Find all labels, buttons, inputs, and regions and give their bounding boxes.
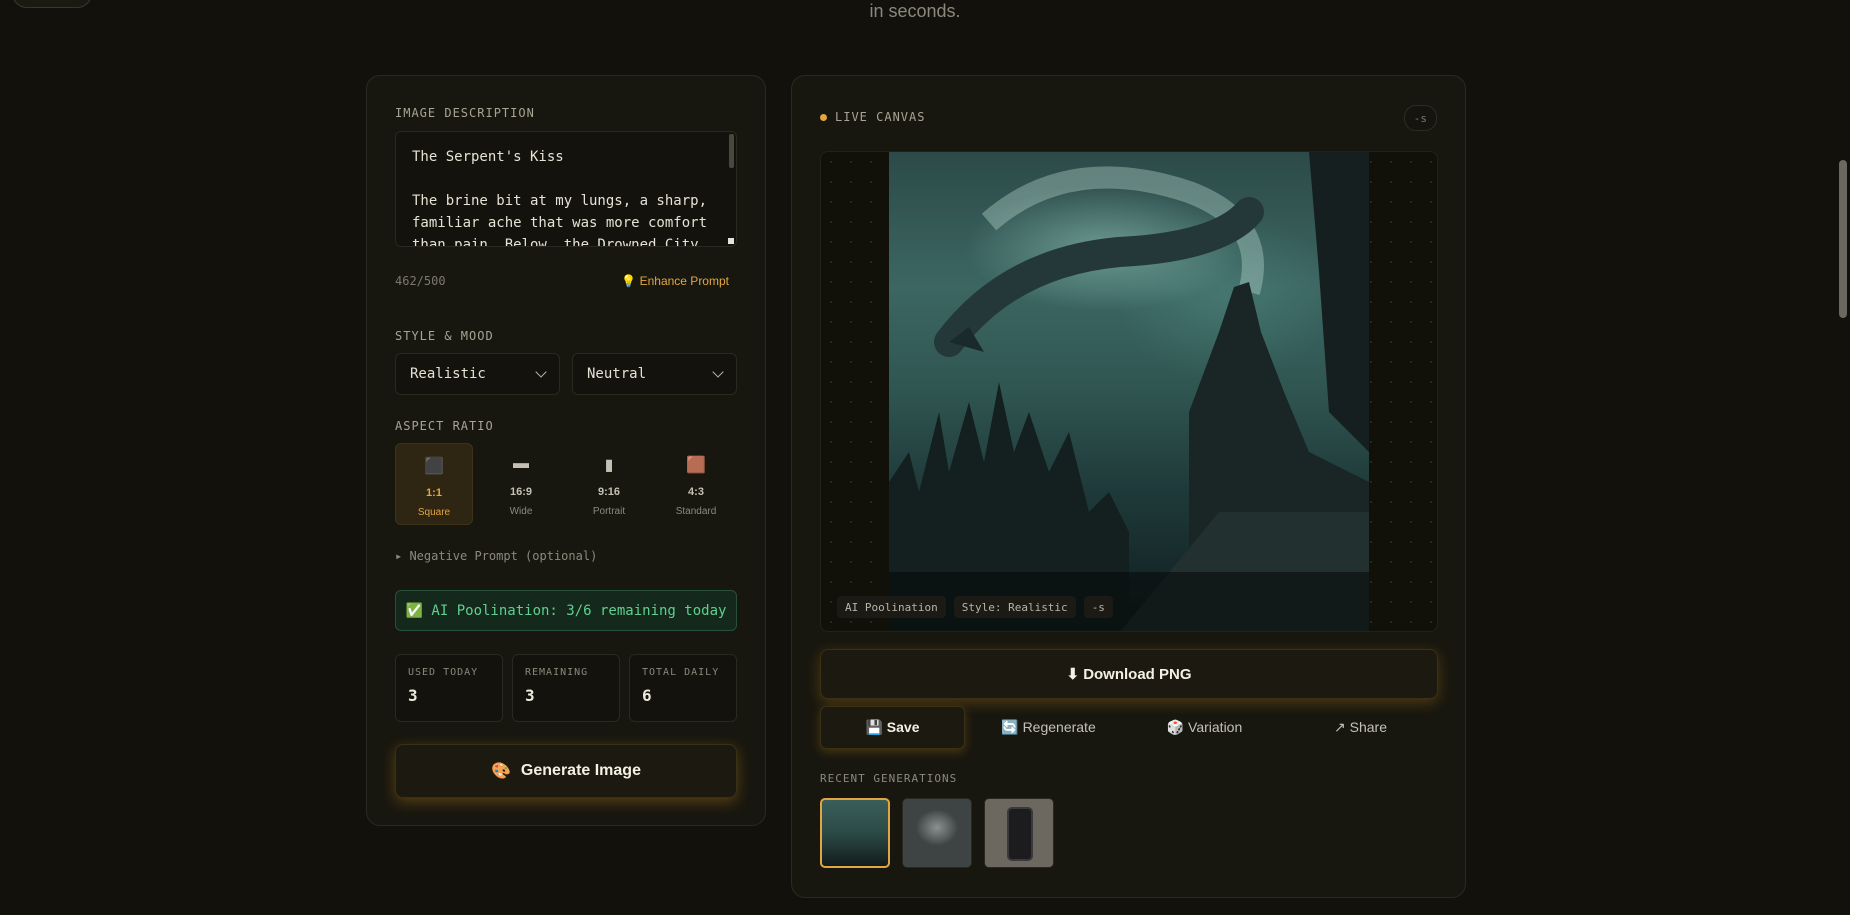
aspect-ratio-label: ASPECT RATIO [395, 419, 494, 433]
stat-key: USED TODAY [408, 667, 479, 678]
textarea-resize-handle[interactable] [728, 238, 734, 244]
chevron-down-icon [712, 366, 724, 378]
mood-select-value: Neutral [587, 366, 647, 382]
ratio-square-button[interactable]: ⬛ 1:1 Square [395, 443, 473, 525]
stat-value: 6 [642, 686, 652, 705]
mood-select[interactable]: Neutral [572, 353, 737, 395]
ratio-standard-button[interactable]: 🟫 4:3 Standard [657, 443, 735, 525]
stat-value: 3 [408, 686, 418, 705]
generate-image-button[interactable]: 🎨 Generate Image [395, 744, 737, 798]
stat-value: 3 [525, 686, 535, 705]
description-textarea[interactable]: The Serpent's Kiss The brine bit at my l… [395, 131, 737, 247]
save-button[interactable]: 💾 Save [820, 706, 965, 749]
caption-style: Style: Realistic [953, 596, 1076, 618]
square-icon: ⬛ [424, 458, 444, 475]
description-label: IMAGE DESCRIPTION [395, 106, 535, 120]
ratio-portrait-button[interactable]: ▮ 9:16 Portrait [570, 443, 648, 525]
recent-generations-label: RECENT GENERATIONS [820, 772, 958, 785]
stat-key: TOTAL DAILY [642, 667, 720, 678]
download-png-button[interactable]: ⬇ Download PNG [820, 649, 1438, 699]
ratio-label: Square [417, 507, 451, 518]
ratio-label: Portrait [592, 506, 626, 517]
description-text[interactable]: The Serpent's Kiss The brine bit at my l… [412, 146, 712, 246]
canvas-panel: LIVE CANVAS -s AI Poolination Style: Rea… [791, 75, 1466, 898]
caption-model: AI Poolination [837, 596, 946, 618]
recent-thumbnail[interactable] [902, 798, 972, 868]
quota-status-banner: ✅ AI Poolination: 3/6 remaining today [395, 590, 737, 631]
caption-seed: -s [1083, 596, 1113, 618]
style-mood-label: STYLE & MOOD [395, 329, 494, 343]
seed-badge: -s [1403, 105, 1437, 131]
image-caption-row: AI Poolination Style: Realistic -s [837, 596, 1113, 618]
char-counter: 462/500 [395, 274, 446, 288]
ratio-value: 4:3 [688, 486, 704, 498]
live-canvas-header: LIVE CANVAS [820, 110, 925, 124]
standard-icon: 🟫 [686, 457, 706, 474]
artwork-illustration [889, 152, 1369, 631]
ratio-value: 16:9 [509, 486, 533, 498]
negative-prompt-toggle[interactable]: ▸ Negative Prompt (optional) [395, 549, 597, 563]
style-select[interactable]: Realistic [395, 353, 560, 395]
variation-button[interactable]: 🎲 Variation [1132, 706, 1277, 749]
stat-total-daily: TOTAL DAILY 6 [629, 654, 737, 722]
palette-icon: 🎨 [491, 763, 511, 780]
hero-subtitle: in seconds. [869, 1, 961, 21]
recent-thumbnail[interactable] [984, 798, 1054, 868]
ratio-label: Wide [509, 506, 533, 517]
stat-key: REMAINING [525, 667, 589, 678]
ratio-value: 9:16 [597, 486, 621, 498]
live-indicator-dot [820, 113, 827, 121]
generate-label: Generate Image [520, 762, 641, 779]
portrait-icon: ▮ [604, 457, 614, 474]
controls-panel: IMAGE DESCRIPTION The Serpent's Kiss The… [366, 75, 766, 826]
live-canvas-label: LIVE CANVAS [835, 110, 926, 124]
generated-image[interactable] [889, 152, 1369, 631]
wide-icon: ▬ [513, 455, 529, 472]
textarea-scrollbar[interactable] [729, 134, 734, 168]
phone-icon [1007, 807, 1033, 861]
chevron-down-icon [535, 366, 547, 378]
ratio-wide-button[interactable]: ▬ 16:9 Wide [482, 443, 560, 525]
stat-used-today: USED TODAY 3 [395, 654, 503, 722]
ratio-value: 1:1 [426, 487, 442, 499]
page-scrollbar[interactable] [1839, 160, 1847, 318]
enhance-prompt-button[interactable]: 💡 Enhance Prompt [621, 274, 729, 288]
ratio-label: Standard [675, 506, 717, 517]
recent-thumbnail[interactable] [820, 798, 890, 868]
regenerate-button[interactable]: 🔄 Regenerate [976, 706, 1121, 749]
stat-remaining: REMAINING 3 [512, 654, 620, 722]
share-button[interactable]: ↗ Share [1288, 706, 1433, 749]
image-canvas: AI Poolination Style: Realistic -s [820, 151, 1438, 632]
style-select-value: Realistic [410, 366, 486, 382]
